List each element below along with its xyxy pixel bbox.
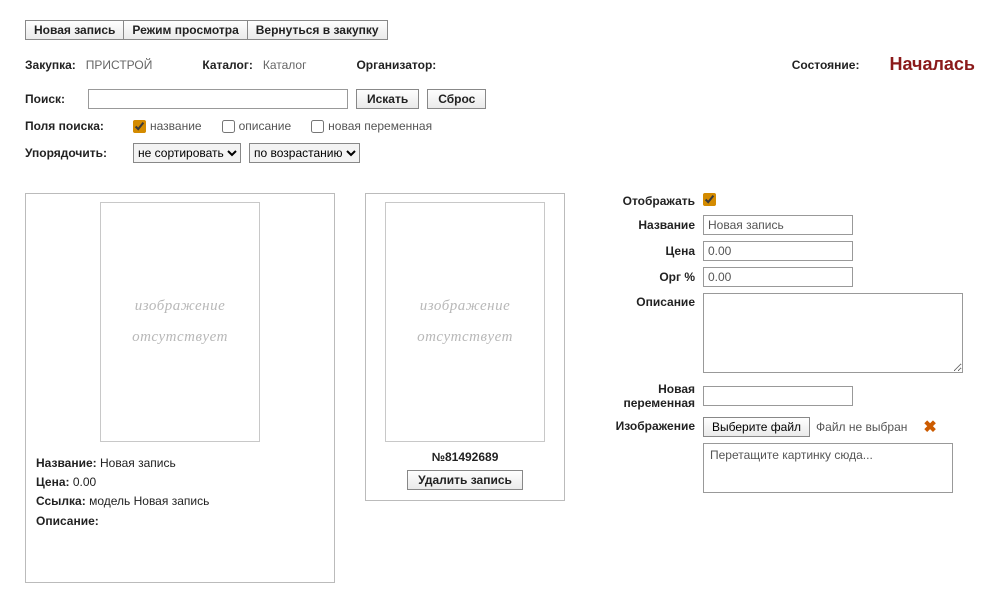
meta-link-value: модель Новая запись	[89, 494, 209, 508]
new-record-button[interactable]: Новая запись	[25, 20, 124, 40]
search-input[interactable]	[88, 89, 348, 109]
organizer-label: Организатор:	[356, 58, 436, 72]
image-dropzone[interactable]: Перетащите картинку сюда...	[703, 443, 953, 493]
record-number: №81492689	[376, 450, 554, 464]
purchase-value: ПРИСТРОЙ	[86, 58, 153, 72]
record-card-delete: изображение отсутствует №81492689 Удалит…	[365, 193, 565, 501]
meta-desc-label: Описание:	[36, 514, 99, 528]
delete-record-button[interactable]: Удалить запись	[407, 470, 523, 490]
back-to-purchase-button[interactable]: Вернуться в закупку	[247, 20, 388, 40]
top-toolbar: Новая записьРежим просмотраВернуться в з…	[25, 20, 975, 40]
sort-label: Упорядочить:	[25, 146, 125, 160]
meta-name-label: Название:	[36, 456, 97, 470]
status-value: Началась	[889, 54, 975, 75]
remove-image-icon[interactable]: ✖	[923, 417, 936, 437]
ph2-line2: отсутствует	[417, 329, 513, 346]
field-name-checkbox-wrap[interactable]: название	[133, 119, 202, 133]
sort-primary-select[interactable]: не сортировать	[133, 143, 241, 163]
sort-secondary-select[interactable]: по возрастанию	[249, 143, 360, 163]
search-fields-row: Поля поиска: название описание новая пер…	[25, 119, 975, 133]
main-content: изображение отсутствует Название: Новая …	[25, 193, 975, 583]
show-label: Отображать	[595, 194, 695, 208]
field-desc-checkbox[interactable]	[222, 120, 235, 133]
search-button[interactable]: Искать	[356, 89, 419, 109]
choose-file-button[interactable]: Выберите файл	[703, 417, 810, 437]
view-mode-button[interactable]: Режим просмотра	[123, 20, 247, 40]
field-desc-text: описание	[239, 119, 292, 133]
field-name-checkbox[interactable]	[133, 120, 146, 133]
catalog-label: Каталог:	[202, 58, 252, 72]
form-price-input[interactable]	[703, 241, 853, 261]
ph2-line1: изображение	[420, 298, 511, 315]
record-meta: Название: Новая запись Цена: 0.00 Ссылка…	[36, 454, 324, 531]
form-name-label: Название	[595, 218, 695, 232]
reset-button[interactable]: Сброс	[427, 89, 486, 109]
meta-name-value: Новая запись	[100, 456, 176, 470]
status-label: Состояние:	[792, 58, 860, 72]
field-newvar-checkbox[interactable]	[311, 120, 324, 133]
form-org-input[interactable]	[703, 267, 853, 287]
field-newvar-checkbox-wrap[interactable]: новая переменная	[311, 119, 432, 133]
purchase-label: Закупка:	[25, 58, 76, 72]
field-desc-checkbox-wrap[interactable]: описание	[222, 119, 292, 133]
edit-form: Отображать Название Цена Орг % Описание …	[595, 193, 975, 493]
record-card-current: изображение отсутствует Название: Новая …	[25, 193, 335, 583]
form-newvar-label: Новая переменная	[595, 382, 695, 411]
search-label: Поиск:	[25, 92, 80, 106]
form-name-input[interactable]	[703, 215, 853, 235]
form-newvar-input[interactable]	[703, 386, 853, 406]
show-checkbox[interactable]	[703, 193, 716, 206]
form-image-label: Изображение	[595, 417, 695, 433]
sort-row: Упорядочить: не сортировать по возрастан…	[25, 143, 975, 163]
catalog-value: Каталог	[263, 58, 307, 72]
meta-link-label: Ссылка:	[36, 494, 86, 508]
ph-line1: изображение	[135, 298, 226, 315]
meta-price-label: Цена:	[36, 475, 70, 489]
file-status-text: Файл не выбран	[816, 420, 907, 434]
image-placeholder-2: изображение отсутствует	[385, 202, 545, 442]
info-bar: Закупка: ПРИСТРОЙ Каталог: Каталог Орган…	[25, 54, 975, 75]
form-desc-textarea[interactable]	[703, 293, 963, 373]
image-placeholder: изображение отсутствует	[100, 202, 260, 442]
meta-price-value: 0.00	[73, 475, 96, 489]
field-name-text: название	[150, 119, 202, 133]
form-desc-label: Описание	[595, 293, 695, 309]
ph-line2: отсутствует	[132, 329, 228, 346]
form-price-label: Цена	[595, 244, 695, 258]
form-org-label: Орг %	[595, 270, 695, 284]
search-row: Поиск: Искать Сброс	[25, 89, 975, 109]
fields-label: Поля поиска:	[25, 119, 125, 133]
field-newvar-text: новая переменная	[328, 119, 432, 133]
